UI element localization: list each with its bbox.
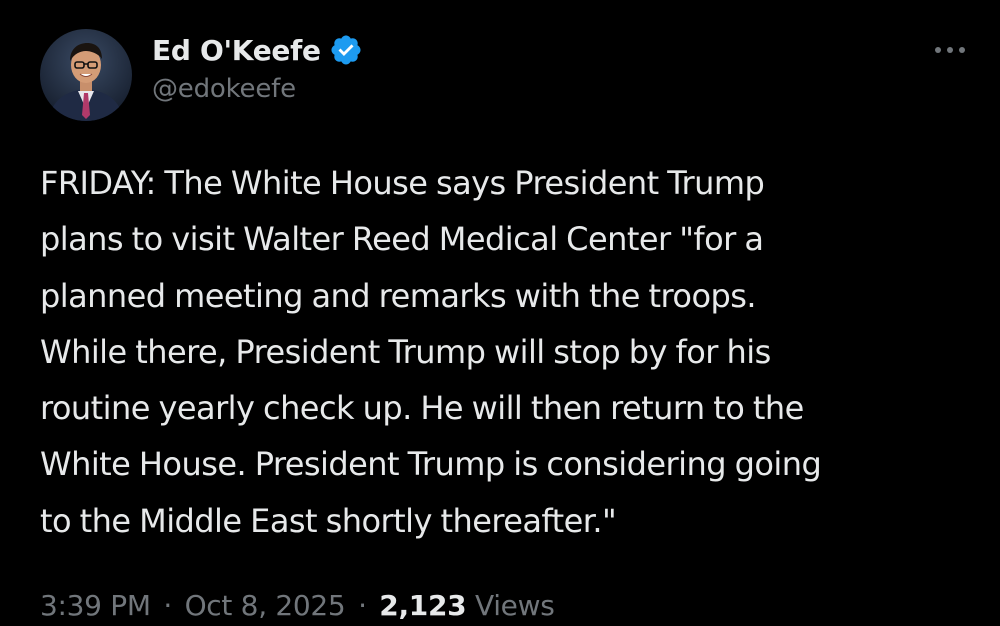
tweet-text-line: FRIDAY: The White House says President T… — [40, 164, 765, 202]
author-display-name[interactable]: Ed O'Keefe — [152, 34, 321, 67]
tweet-time[interactable]: 3:39 PM — [40, 589, 151, 622]
meta-separator: · — [163, 589, 172, 622]
more-options-button[interactable] — [930, 38, 970, 62]
author-name-row: Ed O'Keefe — [152, 28, 363, 72]
tweet-text-line: to the Middle East shortly thereafter." — [40, 501, 617, 540]
tweet-text: FRIDAY: The White House says President T… — [40, 155, 975, 549]
views-label: Views — [474, 589, 555, 622]
views-count: 2,123 — [379, 589, 467, 622]
more-horizontal-icon — [935, 47, 965, 53]
author-info: Ed O'Keefe @edokeefe — [152, 28, 363, 104]
verified-badge-icon — [329, 33, 363, 67]
person-photo-icon — [40, 29, 132, 121]
author-handle[interactable]: @edokeefe — [152, 74, 363, 104]
author-avatar[interactable] — [40, 29, 132, 121]
tweet-text-line: While there, President Trump will stop b… — [40, 332, 771, 371]
tweet-text-line: routine yearly check up. He will then re… — [40, 389, 804, 428]
tweet-meta: 3:39 PM · Oct 8, 2025 · 2,123 Views — [40, 586, 555, 626]
meta-separator: · — [358, 589, 367, 622]
tweet-text-line: planned meeting and remarks with the tro… — [40, 276, 757, 315]
tweet-date[interactable]: Oct 8, 2025 — [185, 589, 346, 622]
tweet-text-line: plans to visit Walter Reed Medical Cente… — [40, 220, 764, 259]
tweet-card: Ed O'Keefe @edokeefe FRIDAY: The White H… — [0, 0, 1000, 622]
tweet-text-line: White House. President Trump is consider… — [40, 445, 822, 484]
